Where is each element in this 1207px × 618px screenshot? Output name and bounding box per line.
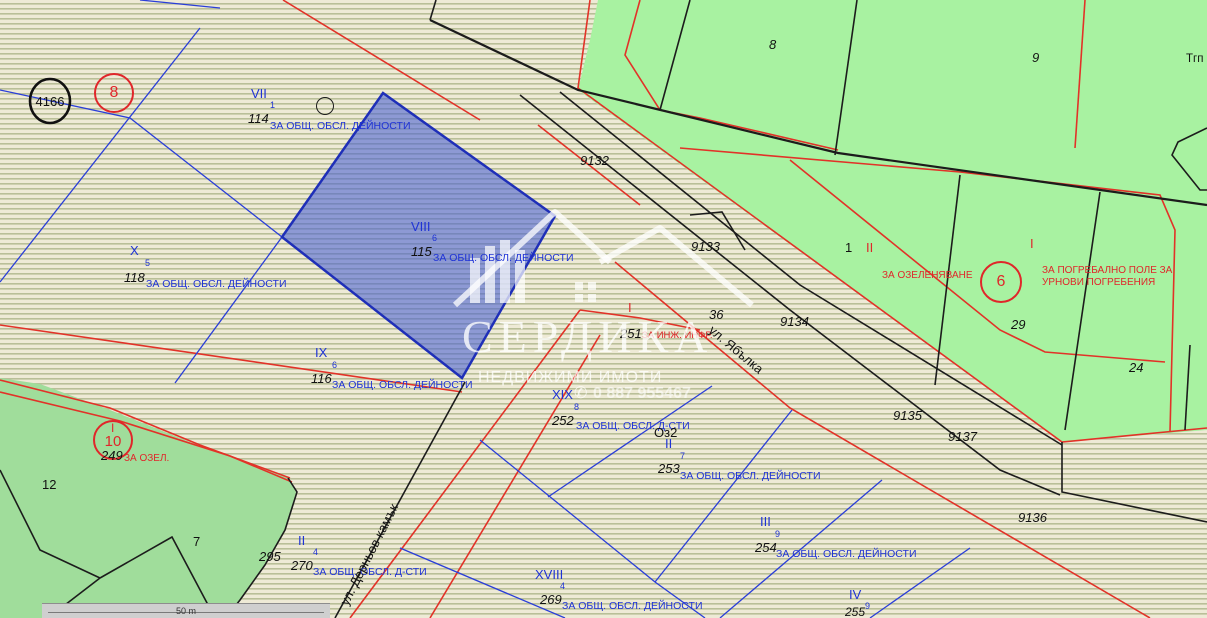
parcel-number: 114 [248, 111, 269, 126]
zone-code-label: Тгп [1186, 53, 1204, 65]
plot-number: 9 [1032, 50, 1040, 65]
plot-number: 12 [42, 477, 57, 492]
road-id: 9134 [780, 314, 809, 329]
parcel-sub-label: 6 [432, 233, 438, 243]
zone-8-label: 8 [109, 84, 119, 101]
parcel-zone-label: II [298, 533, 306, 548]
parcel-number: 115 [411, 244, 432, 259]
parcel-sub-label: 4 [313, 547, 319, 557]
green-zone-purpose-line1: ЗА ПОГРЕБАЛНО ПОЛЕ ЗА [1042, 265, 1173, 276]
parcel-number: 270 [291, 558, 313, 573]
parcel-sub-label: 4 [560, 581, 566, 591]
parcel-purpose: ЗА ОБЩ. ОБСЛ. ДЕЙНОСТИ [680, 470, 821, 482]
parcel-number: 116 [311, 371, 332, 386]
red-zone-number: 249 [101, 448, 123, 463]
phone-icon: ✆ [574, 385, 588, 402]
plot-number: 8 [769, 37, 777, 52]
parcel-purpose: ЗА ОБЩ. ОБСЛ. ДЕЙНОСТИ [332, 379, 473, 391]
zone-6-label: 6 [996, 273, 1006, 290]
parcel-number: 269 [540, 592, 562, 607]
green-zone-roman: I [1030, 236, 1034, 251]
parcel-zone-label: VII [251, 86, 267, 101]
parcel-zone-label: IV [849, 587, 862, 602]
plot-4166-label: 4166 [35, 94, 65, 109]
plot-number: 7 [193, 534, 201, 549]
parcel-zone-label: XIX [552, 387, 573, 402]
parcel-number: 255 [845, 605, 866, 618]
green-zone-number: 1 [845, 240, 853, 255]
parcel-purpose: ЗА ОБЩ. ОБСЛ. ДЕЙНОСТИ [270, 120, 411, 132]
cadastral-map[interactable]: 4166 8 10 6 VII 1 114 ЗА ОБЩ. ОБСЛ. ДЕЙН… [0, 0, 1207, 618]
green-zone-purpose: ЗА ОЗЕЛЕНЯВАНЕ [882, 270, 973, 281]
road-id: 9133 [691, 239, 720, 254]
parcel-zone-label: IX [315, 345, 328, 360]
parcel-sub-label: 5 [145, 258, 151, 268]
zone-10-label: 10 [104, 433, 122, 450]
parcel-sub-label: 7 [680, 451, 686, 461]
parcel-zone-label: III [760, 514, 771, 529]
parcel-sub-label: 6 [332, 360, 338, 370]
watermark-brand: СЕРДИКА [462, 311, 714, 362]
parcel-sub-label: 9 [865, 601, 871, 611]
parcel-purpose: ЗА ОБЩ. ОБСЛ. ДЕЙНОСТИ [433, 252, 574, 264]
parcel-number: 118 [124, 270, 145, 285]
map-canvas [0, 0, 1207, 618]
parcel-number: 253 [658, 461, 680, 476]
scale-bar-label: 50 m [176, 606, 197, 616]
plot-number: 295 [259, 549, 281, 564]
red-zone-purpose: ЗА ОЗЕЛ. [124, 453, 170, 464]
parcel-sub-label: 9 [775, 529, 781, 539]
parcel-purpose: ЗА ОБЩ. ОБСЛ. ДЕЙНОСТИ [776, 548, 917, 560]
plot-number: 24 [1129, 360, 1144, 375]
watermark-tagline: НЕДВИЖИМИ ИМОТИ [478, 369, 663, 386]
parcel-number: 252 [552, 413, 574, 428]
parcel-sub-label: 8 [574, 402, 580, 412]
parcel-zone-label: X [130, 243, 139, 258]
watermark-phone: 0 887 955467 [593, 385, 691, 402]
plot-number: 29 [1011, 317, 1026, 332]
road-id: 9132 [580, 153, 609, 168]
green-zone-roman: II [866, 240, 874, 255]
road-id: 9137 [948, 429, 977, 444]
road-id: 9136 [1018, 510, 1047, 525]
parcel-purpose: ЗА ОБЩ. ОБСЛ. ДЕЙНОСТИ [562, 600, 703, 612]
parcel-zone-label: XVIII [535, 567, 564, 582]
road-id: 9135 [893, 408, 922, 423]
parcel-zone-label: VIII [411, 219, 431, 234]
red-zone-roman: I [111, 421, 115, 435]
parcel-purpose: ЗА ОБЩ. ОБСЛ. ДЕЙНОСТИ [146, 278, 287, 290]
green-zone-purpose-line2: УРНОВИ ПОГРЕБЕНИЯ [1042, 277, 1156, 288]
zone-code-label: Оз2 [654, 425, 678, 440]
parcel-sub-label: 1 [270, 100, 276, 110]
parcel-number: 254 [755, 540, 777, 555]
